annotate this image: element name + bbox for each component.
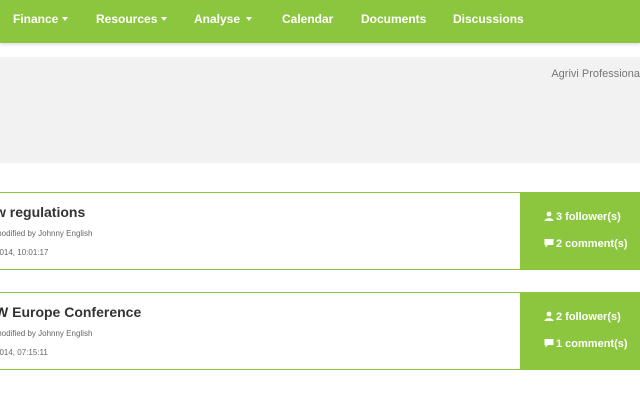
user-icon xyxy=(544,311,554,321)
comments-link[interactable]: 1 comment(s) xyxy=(544,338,628,350)
nav-analyse[interactable]: Analyse xyxy=(194,12,253,26)
nav-resources[interactable]: Resources xyxy=(96,12,168,26)
top-navbar: Finance Resources Analyse Calendar Docum… xyxy=(0,0,640,43)
discussion-stats: 3 follower(s) 2 comment(s) xyxy=(521,192,640,270)
discussion-modified-by: modified by Johnny English xyxy=(0,229,93,238)
chevron-down-icon xyxy=(246,17,253,21)
discussion-modified-by: modified by Johnny English xyxy=(0,329,93,338)
discussion-stats: 2 follower(s) 1 comment(s) xyxy=(521,292,640,370)
followers-link[interactable]: 2 follower(s) xyxy=(544,311,621,323)
nav-finance[interactable]: Finance xyxy=(13,12,69,26)
discussion-date: 2014, 10:01:17 xyxy=(0,248,49,257)
followers-link[interactable]: 3 follower(s) xyxy=(544,211,621,223)
nav-calendar[interactable]: Calendar xyxy=(282,12,333,26)
discussion-main[interactable]: W Europe Conference modified by Johnny E… xyxy=(0,292,521,370)
nav-discussions[interactable]: Discussions xyxy=(453,12,524,26)
header-banner: Agrivi Professiona xyxy=(0,57,640,163)
discussion-card[interactable]: w regulations modified by Johnny English… xyxy=(0,192,640,270)
discussion-main[interactable]: w regulations modified by Johnny English… xyxy=(0,192,521,270)
banner-text: Agrivi Professiona xyxy=(551,68,640,80)
comment-icon xyxy=(544,239,554,248)
chevron-down-icon xyxy=(161,17,168,21)
comments-link[interactable]: 2 comment(s) xyxy=(544,238,628,250)
comment-icon xyxy=(544,339,554,348)
discussion-card[interactable]: W Europe Conference modified by Johnny E… xyxy=(0,292,640,370)
chevron-down-icon xyxy=(62,17,69,21)
discussion-title[interactable]: w regulations xyxy=(0,204,520,220)
nav-documents[interactable]: Documents xyxy=(361,12,426,26)
discussion-date: 2014, 07:15:11 xyxy=(0,348,48,357)
user-icon xyxy=(544,211,554,221)
discussion-title[interactable]: W Europe Conference xyxy=(0,304,520,320)
